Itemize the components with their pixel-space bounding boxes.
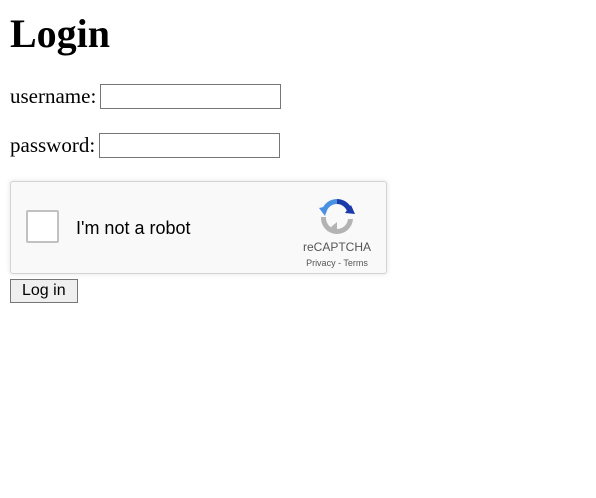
recaptcha-checkbox[interactable] (26, 210, 59, 243)
password-label: password: (10, 132, 96, 157)
recaptcha-brand: reCAPTCHA (302, 240, 371, 254)
username-label: username: (10, 83, 97, 108)
recaptcha-widget: I'm not a robot reCAPTCHA Privacy - Term… (10, 181, 387, 274)
username-row: username: (10, 83, 282, 109)
recaptcha-links: Privacy - Terms (281, 258, 393, 268)
recaptcha-checkbox-label: I'm not a robot (76, 218, 191, 238)
terms-link[interactable]: Terms (343, 258, 368, 268)
recaptcha-logo-icon (319, 199, 355, 235)
username-input[interactable] (100, 83, 282, 109)
login-button[interactable]: Log in (10, 279, 78, 303)
page-title: Login (10, 11, 111, 56)
privacy-link[interactable]: Privacy (306, 258, 336, 268)
password-row: password: (10, 132, 281, 158)
password-input[interactable] (99, 132, 281, 158)
